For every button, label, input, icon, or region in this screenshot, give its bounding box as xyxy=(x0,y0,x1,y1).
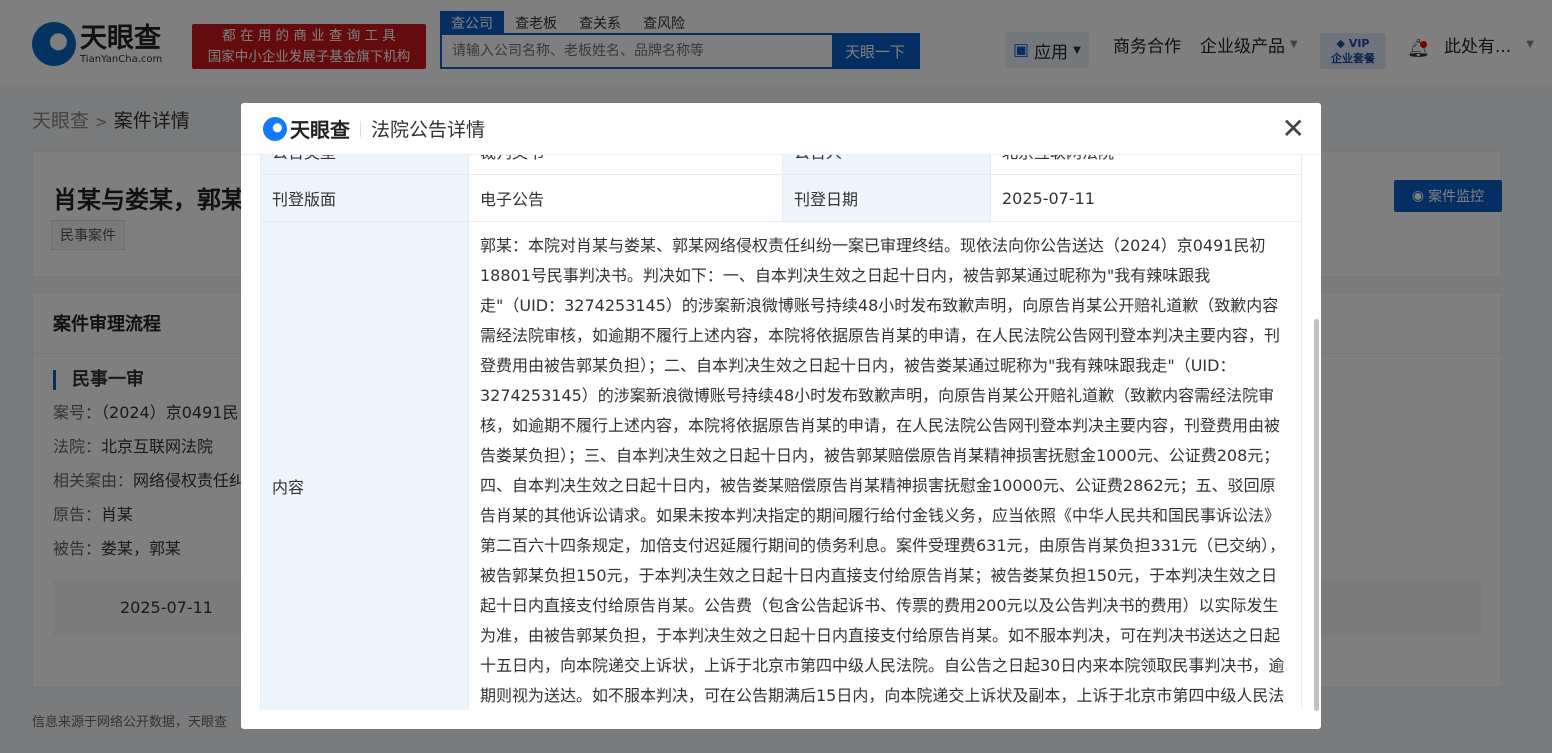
type-label: 公告类型 xyxy=(260,155,469,175)
date-label: 刊登日期 xyxy=(782,174,991,222)
date-value: 2025-07-11 xyxy=(990,174,1302,222)
table-row: 刊登版面 电子公告 刊登日期 2025-07-11 xyxy=(260,174,1302,222)
court-announcement-modal: 天眼查 法院公告详情 ✕ 公告类型 裁判文书 公告人 北京互联网法院 刊登版面 … xyxy=(241,103,1321,729)
modal-body: 公告类型 裁判文书 公告人 北京互联网法院 刊登版面 电子公告 刊登日期 202… xyxy=(260,155,1302,710)
modal-logo: 天眼查 xyxy=(263,114,350,143)
announcement-table: 公告类型 裁判文书 公告人 北京互联网法院 刊登版面 电子公告 刊登日期 202… xyxy=(260,155,1302,710)
divider xyxy=(360,120,361,137)
table-row: 公告类型 裁判文书 公告人 北京互联网法院 xyxy=(260,155,1302,175)
modal-title: 法院公告详情 xyxy=(371,119,486,141)
close-icon[interactable]: ✕ xyxy=(1282,115,1305,143)
scrollbar[interactable] xyxy=(1314,319,1319,711)
type-value: 裁判文书 xyxy=(468,155,783,175)
section-label: 刊登版面 xyxy=(260,174,469,222)
modal-header: 天眼查 法院公告详情 ✕ xyxy=(241,103,1321,155)
announcer-label: 公告人 xyxy=(782,155,991,175)
content-value: 郭某：本院对肖某与娄某、郭某网络侵权责任纠纷一案已审理终结。现依法向你公告送达（… xyxy=(468,221,1302,710)
logo-icon xyxy=(263,116,287,141)
content-label: 内容 xyxy=(260,221,469,710)
section-value: 电子公告 xyxy=(468,174,783,222)
announcer-value: 北京互联网法院 xyxy=(990,155,1302,175)
modal-logo-text: 天眼查 xyxy=(290,118,350,142)
table-row: 内容 郭某：本院对肖某与娄某、郭某网络侵权责任纠纷一案已审理终结。现依法向你公告… xyxy=(260,221,1302,710)
